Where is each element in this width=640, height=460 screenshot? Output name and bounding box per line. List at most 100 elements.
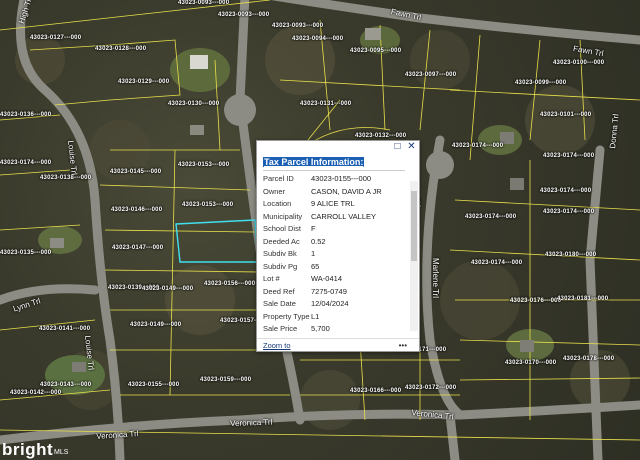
attribute-value: 65 — [311, 261, 320, 271]
attribute-value: CARROLL VALLEY — [311, 211, 377, 221]
attribute-row: Sale Date 12/04/2024 — [263, 299, 407, 308]
parcel-label: 43023-0159---000 — [200, 377, 252, 383]
parcel-label: 43023-0101---000 — [540, 112, 592, 118]
attribute-row: Municipality CARROLL VALLEY — [263, 212, 407, 221]
parcel-label: 43023-0143---000 — [40, 382, 92, 388]
attribute-row: Sale Price 5,700 — [263, 324, 407, 333]
popup-title: Tax Parcel Information: — [263, 157, 365, 167]
cul-de-sac — [224, 94, 256, 126]
tax-parcel-popup[interactable]: □ ✕ Tax Parcel Information: Parcel ID 430… — [256, 140, 420, 352]
selected-parcel[interactable] — [175, 219, 259, 263]
attribute-key: Subdiv Bk — [263, 249, 297, 258]
attribute-row: Location 9 ALICE TRL — [263, 199, 407, 208]
attribute-row: Subdiv Pg 65 — [263, 262, 407, 271]
parcel-label: 43023-0129---000 — [118, 79, 170, 85]
attribute-row: Property Type L1 — [263, 312, 407, 321]
parcel-label: 43023-0174---000 — [471, 260, 523, 266]
parcel-label: 43023-0174---000 — [543, 209, 595, 215]
popup-attribute-list: Parcel ID 43023-0155---000 Owner CASON, DAV… — [263, 174, 407, 337]
bright-mls-logo: bright — [2, 440, 53, 460]
attribute-value: WA-0414 — [311, 274, 342, 283]
attribute-key: Location — [263, 199, 292, 208]
parcel-label: 43023-0131---000 — [300, 101, 352, 107]
popup-footer: Zoom to ••• — [257, 338, 419, 351]
parcel-label: 43023-0149---000 — [130, 322, 182, 328]
attribute-value: 5,700 — [311, 324, 330, 333]
attribute-value: 9 ALICE TRL — [311, 199, 355, 208]
parcel-label: 43023-0145---000 — [110, 169, 162, 175]
attribute-key: Sale Date — [263, 299, 296, 308]
cul-de-sac — [426, 151, 454, 179]
attribute-row: Parcel ID 43023-0155---000 — [263, 174, 407, 183]
parcel-label: 43023-0147---000 — [112, 245, 164, 251]
attribute-key: Owner — [263, 186, 286, 196]
attribute-value: L1 — [311, 311, 320, 321]
attribute-value: CASON, DAVID A JR — [311, 186, 382, 196]
attribute-value: 43023-0155---000 — [311, 174, 372, 183]
parcel-label: 43023-0136---000 — [0, 112, 52, 118]
parcel-label: 43023-0181---000 — [557, 296, 609, 302]
parcel-label: 43023-0166---000 — [350, 388, 402, 394]
parcel-label: 43023-0142---000 — [10, 390, 62, 396]
attribute-row: School Dist F — [263, 224, 407, 233]
parcel-label: 43023-0130---000 — [168, 101, 220, 107]
attribute-row: Owner CASON, DAVID A JR — [263, 187, 407, 196]
attribute-row: Deed Ref 7275-0749 — [263, 287, 407, 296]
parcel-label: 43023-0156---000 — [204, 281, 256, 287]
maximize-icon[interactable]: □ — [392, 141, 403, 152]
parcel-label: 43023-0100---000 — [553, 60, 605, 66]
parcel-label: 43023-0149---000 — [142, 286, 194, 292]
parcel-label: 43023-0176---000 — [510, 298, 562, 304]
road-label: Marlene Trl — [431, 258, 440, 299]
attribute-key: Deeded Ac — [263, 236, 300, 246]
parcel-label: 43023-0174---000 — [543, 153, 595, 159]
attribute-value: 7275-0749 — [311, 286, 347, 296]
parcel-label: 43023-0128---000 — [95, 46, 147, 52]
road-label: Veronica Trl — [230, 417, 273, 428]
logo-subtext: MLS — [54, 449, 69, 456]
attribute-key: Lot # — [263, 274, 280, 283]
parcel-label: 43023-0174---000 — [465, 214, 517, 220]
parcel-map[interactable]: 43023-0093---000 43023-0093---000 43023-00… — [0, 0, 640, 460]
more-options-icon[interactable]: ••• — [399, 341, 407, 350]
attribute-key: Parcel ID — [263, 174, 294, 183]
attribute-value: 0.52 — [311, 236, 326, 246]
parcel-label: 43023-0172---000 — [405, 385, 457, 391]
popup-divider — [263, 170, 405, 171]
parcel-label: 43023-0127---000 — [30, 35, 82, 41]
attribute-value: F — [311, 224, 316, 233]
parcel-label: 43023-0097---000 — [405, 72, 457, 78]
attribute-row: Lot # WA-0414 — [263, 274, 407, 283]
parcel-label: 43023-0174---000 — [0, 160, 52, 166]
parcel-label: 43023-0135---000 — [0, 250, 52, 256]
attribute-value: 1 — [311, 249, 316, 258]
attribute-row: Deeded Ac 0.52 — [263, 237, 407, 246]
scrollbar-thumb[interactable] — [411, 191, 417, 261]
parcel-label: 43023-0141---000 — [39, 326, 91, 332]
parcel-label: 43023-0095---000 — [350, 48, 402, 54]
zoom-to-link[interactable]: Zoom to — [263, 341, 291, 350]
attribute-key: Property Type — [263, 311, 310, 321]
parcel-label: 43023-0178---000 — [563, 356, 615, 362]
parcel-label: 43023-0093---000 — [272, 23, 324, 29]
parcel-label: 43023-0153---000 — [178, 162, 230, 168]
parcel-label: 43023-0099---000 — [515, 80, 567, 86]
parcel-label: 43023-0170---000 — [505, 360, 557, 366]
parcel-label: 43023-0155---000 — [128, 382, 180, 388]
parcel-label: 43023-0146---000 — [111, 207, 163, 213]
attribute-value: 12/04/2024 — [311, 299, 349, 308]
parcel-label: 43023-0093---000 — [178, 0, 230, 6]
close-icon[interactable]: ✕ — [406, 141, 417, 152]
popup-buttons: □ ✕ — [392, 141, 417, 152]
parcel-label: 43023-0174---000 — [452, 143, 504, 149]
attribute-key: Sale Price — [263, 324, 298, 333]
parcel-label: 43023-0153---000 — [182, 202, 234, 208]
logo-text: bright — [2, 440, 54, 459]
attribute-key: Municipality — [263, 211, 303, 221]
parcel-label: 43023-0093---000 — [218, 12, 270, 18]
parcel-label: 43023-0138---000 — [40, 175, 92, 181]
attribute-key: School Dist — [263, 224, 301, 233]
parcel-label: 43023-0180---000 — [545, 252, 597, 258]
parcel-label: 43023-0094---000 — [292, 36, 344, 42]
popup-scrollbar[interactable] — [410, 181, 418, 331]
